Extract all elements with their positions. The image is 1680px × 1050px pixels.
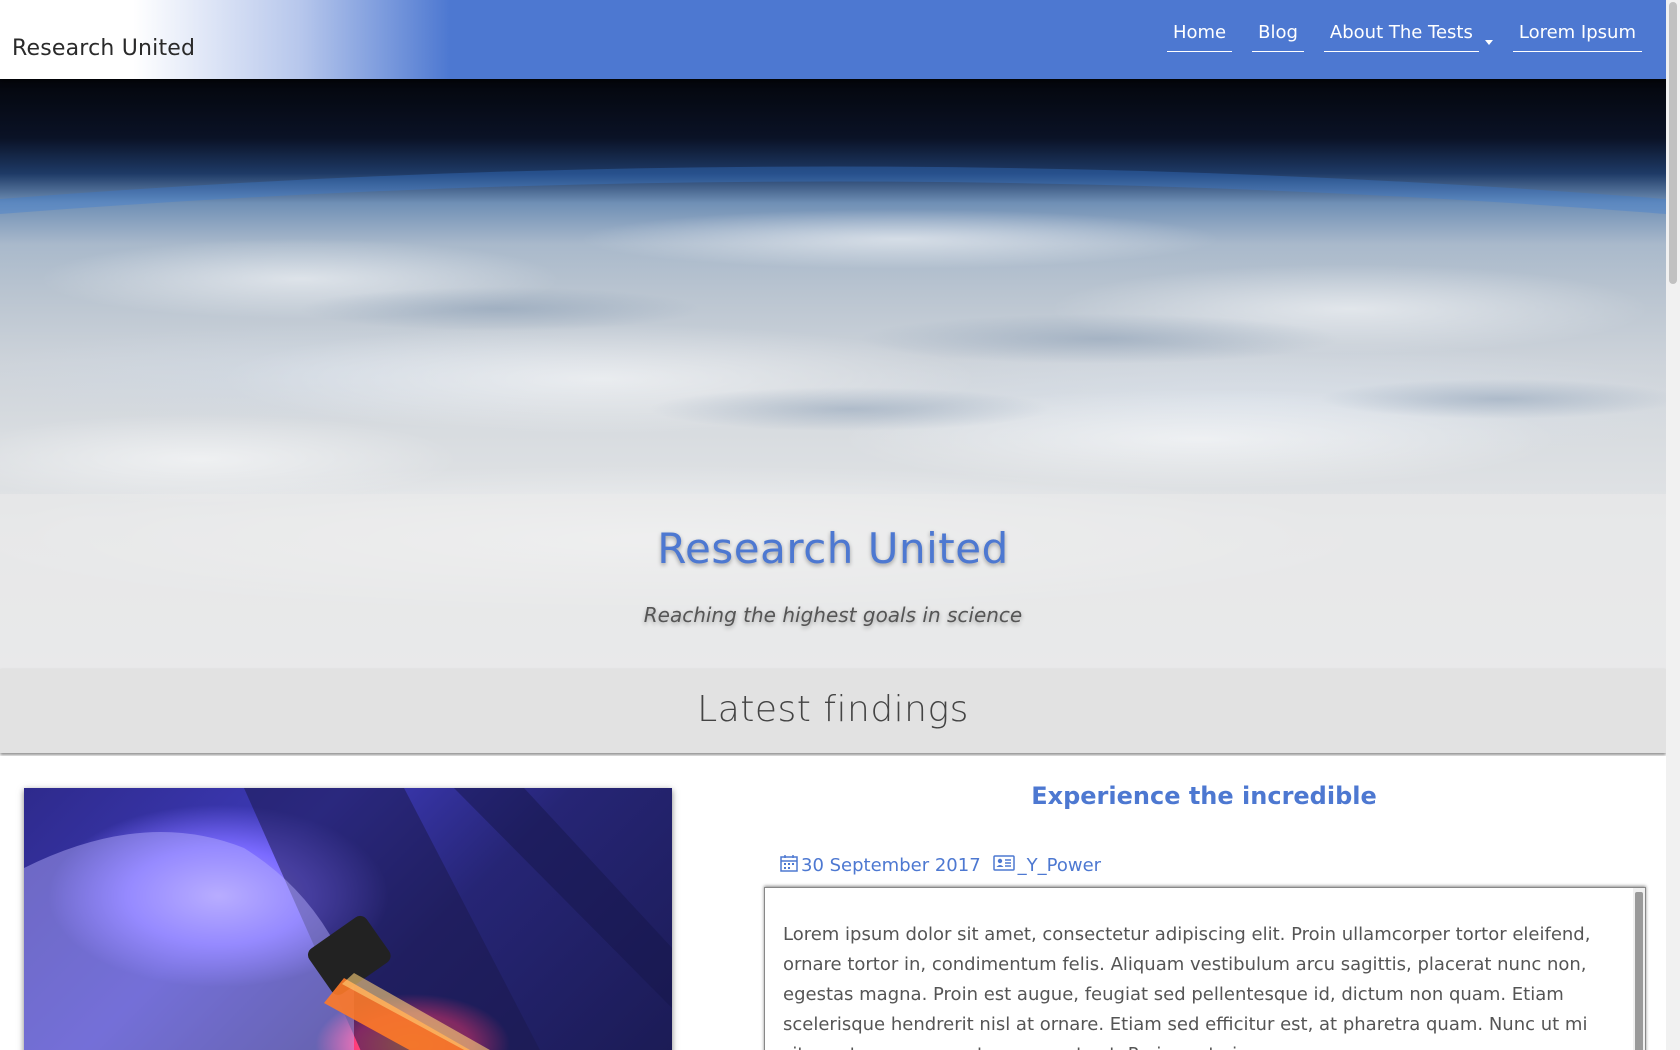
id-card-icon xyxy=(992,855,1015,876)
page-scrollbar-thumb[interactable] xyxy=(1669,2,1677,284)
section-header: Latest findings xyxy=(0,669,1666,753)
page-scrollbar[interactable] xyxy=(1666,0,1680,1050)
navbar: Research United Home Blog About The Test… xyxy=(0,0,1666,79)
hero-subtitle: Reaching the highest goals in science xyxy=(643,603,1023,627)
test-tube-image xyxy=(24,788,672,1050)
nav-about-tests[interactable]: About The Tests xyxy=(1323,20,1479,52)
main-nav: Home Blog About The Tests Lorem Ipsum xyxy=(1147,20,1642,52)
page: Research United Home Blog About The Test… xyxy=(0,0,1680,1050)
article-meta: 30 September 2017 _Y_Power xyxy=(780,854,1113,877)
article-author: _Y_Power xyxy=(992,855,1101,876)
article-scrollbar[interactable] xyxy=(1633,888,1645,1050)
hero-caption: Research United Reaching the highest goa… xyxy=(0,494,1666,669)
article-section: Experience the incredible 30 September 2… xyxy=(0,756,1666,1050)
nav-lorem-ipsum[interactable]: Lorem Ipsum xyxy=(1512,20,1642,52)
author-link[interactable]: _Y_Power xyxy=(1018,855,1101,876)
dropdown-caret-wrap xyxy=(1481,20,1493,51)
article-image xyxy=(24,788,672,1050)
section-title: Latest findings xyxy=(697,689,969,730)
nav-home[interactable]: Home xyxy=(1166,20,1233,52)
nav-about-dropdown[interactable]: About The Tests xyxy=(1323,20,1493,52)
hero-title: Research United xyxy=(657,524,1009,573)
article-title[interactable]: Experience the incredible xyxy=(764,782,1644,810)
hero-banner: Research United Reaching the highest goa… xyxy=(0,79,1666,669)
date-text: 30 September 2017 xyxy=(801,855,981,876)
article-body-box[interactable]: Lorem ipsum dolor sit amet, consectetur … xyxy=(764,887,1646,1050)
article-scrollbar-thumb[interactable] xyxy=(1635,892,1643,1050)
calendar-icon xyxy=(780,854,798,877)
brand-logo[interactable]: Research United xyxy=(12,36,195,61)
article-body: Lorem ipsum dolor sit amet, consectetur … xyxy=(783,924,1591,1050)
nav-blog[interactable]: Blog xyxy=(1252,20,1304,52)
article-date: 30 September 2017 xyxy=(780,854,981,877)
caret-down-icon xyxy=(1484,40,1493,45)
